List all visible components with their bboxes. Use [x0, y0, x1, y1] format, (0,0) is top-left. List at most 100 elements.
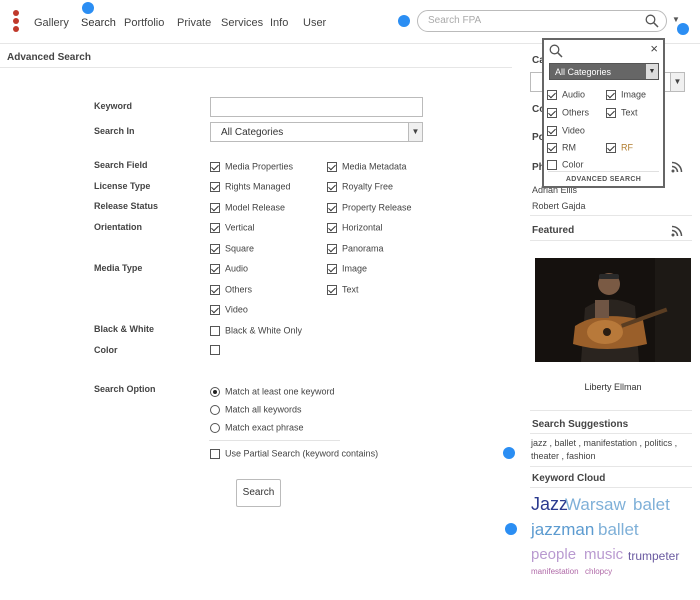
- cloud-word[interactable]: jazzman: [531, 520, 594, 540]
- rss-icon[interactable]: [671, 160, 683, 173]
- checkbox-model-release[interactable]: Model Release: [210, 202, 285, 213]
- checkbox-icon: [327, 284, 337, 295]
- caret-down-icon[interactable]: ▼: [672, 15, 680, 24]
- sidebar-person[interactable]: Robert Gajda: [532, 201, 586, 211]
- nav-private[interactable]: Private: [177, 17, 211, 29]
- checkbox-icon: [210, 284, 220, 295]
- cloud-word[interactable]: Warsaw: [565, 495, 626, 515]
- popup-checkbox-rm[interactable]: RM: [547, 142, 576, 153]
- search-icon[interactable]: [549, 44, 563, 63]
- checkbox-icon: [547, 89, 557, 100]
- cloud-word[interactable]: manifestation: [531, 567, 579, 576]
- search-suggestions-list[interactable]: jazz , ballet , manifestation , politics…: [531, 437, 691, 463]
- popup-checkbox-audio[interactable]: Audio: [547, 89, 585, 100]
- checkbox-icon: [327, 202, 337, 213]
- release-status-label: Release Status: [94, 201, 159, 211]
- search-icon[interactable]: [645, 14, 659, 33]
- search-in-select[interactable]: All Categories ▼: [210, 122, 423, 142]
- checkbox-media-properties[interactable]: Media Properties: [210, 161, 293, 172]
- checkbox-icon: [327, 222, 337, 233]
- search-suggestions-heading: Search Suggestions: [532, 419, 629, 430]
- divider: [530, 433, 692, 434]
- checkbox-video[interactable]: Video: [210, 304, 248, 315]
- divider: [548, 171, 659, 172]
- popup-checkbox-color[interactable]: Color: [547, 159, 584, 170]
- search-button[interactable]: Search: [236, 479, 281, 507]
- popup-checkbox-video[interactable]: Video: [547, 125, 585, 136]
- featured-heading: Featured: [532, 225, 575, 236]
- popup-category-select[interactable]: All Categories ▼: [549, 63, 659, 80]
- rss-icon[interactable]: [671, 224, 683, 237]
- checkbox-audio[interactable]: Audio: [210, 263, 248, 274]
- nav-user[interactable]: User: [303, 17, 326, 29]
- checkbox-icon: [606, 107, 616, 118]
- checkbox-icon: [210, 344, 220, 355]
- divider: [530, 410, 692, 411]
- close-icon[interactable]: ×: [650, 41, 658, 56]
- checkbox-icon: [210, 202, 220, 213]
- checkbox-horizontal[interactable]: Horizontal: [327, 222, 383, 233]
- search-option-label: Search Option: [94, 384, 156, 394]
- radio-icon: [210, 386, 220, 397]
- checkbox-icon: [210, 161, 220, 172]
- license-type-label: License Type: [94, 181, 151, 191]
- cloud-word[interactable]: music: [584, 546, 623, 563]
- checkbox-black-white-only[interactable]: Black & White Only: [210, 325, 302, 336]
- checkbox-vertical[interactable]: Vertical: [210, 222, 255, 233]
- keyword-label: Keyword: [94, 101, 133, 111]
- cloud-word[interactable]: Jazz: [531, 494, 568, 515]
- checkbox-color[interactable]: [210, 344, 225, 355]
- radio-match-one-keyword[interactable]: Match at least one keyword: [210, 386, 335, 397]
- checkbox-property-release[interactable]: Property Release: [327, 202, 412, 213]
- divider: [0, 67, 512, 68]
- checkbox-icon: [327, 161, 337, 172]
- nav-search[interactable]: Search: [81, 17, 116, 29]
- checkbox-panorama[interactable]: Panorama: [327, 243, 384, 254]
- popup-checkbox-others[interactable]: Others: [547, 107, 589, 118]
- popup-checkbox-image[interactable]: Image: [606, 89, 646, 100]
- keyword-cloud-heading: Keyword Cloud: [532, 473, 606, 484]
- radio-icon: [210, 404, 220, 415]
- global-search-field[interactable]: Search FPA: [417, 10, 667, 32]
- checkbox-icon: [547, 125, 557, 136]
- nav-services[interactable]: Services: [221, 17, 263, 29]
- cloud-word[interactable]: ballet: [598, 520, 639, 540]
- nav-portfolio[interactable]: Portfolio: [124, 17, 164, 29]
- checkbox-others[interactable]: Others: [210, 284, 252, 295]
- radio-match-exact-phrase[interactable]: Match exact phrase: [210, 422, 304, 433]
- checkbox-partial-search[interactable]: Use Partial Search (keyword contains): [210, 448, 378, 459]
- checkbox-icon: [547, 142, 557, 153]
- checkbox-royalty-free[interactable]: Royalty Free: [327, 181, 393, 192]
- checkbox-icon: [210, 263, 220, 274]
- cloud-word[interactable]: trumpeter: [628, 549, 679, 563]
- nav-info[interactable]: Info: [270, 17, 288, 29]
- popup-checkbox-rf[interactable]: RF: [606, 142, 633, 153]
- indicator-dot: [505, 523, 517, 535]
- checkbox-text[interactable]: Text: [327, 284, 359, 295]
- search-in-value: All Categories: [221, 127, 284, 138]
- advanced-search-link[interactable]: ADVANCED SEARCH: [544, 176, 663, 183]
- checkbox-image[interactable]: Image: [327, 263, 367, 274]
- orientation-label: Orientation: [94, 222, 143, 232]
- search-in-label: Search In: [94, 126, 135, 136]
- checkbox-icon: [547, 159, 557, 170]
- search-options-popup: × All Categories ▼ Audio Image Others Te…: [542, 38, 665, 188]
- checkbox-square[interactable]: Square: [210, 243, 254, 254]
- popup-checkbox-text[interactable]: Text: [606, 107, 638, 118]
- cloud-word[interactable]: chlopcy: [585, 567, 612, 576]
- keyword-input[interactable]: [210, 97, 423, 117]
- checkbox-rights-managed[interactable]: Rights Managed: [210, 181, 291, 192]
- checkbox-icon: [210, 222, 220, 233]
- kebab-menu-icon[interactable]: [12, 10, 20, 34]
- nav-gallery[interactable]: Gallery: [34, 17, 69, 29]
- checkbox-media-metadata[interactable]: Media Metadata: [327, 161, 407, 172]
- radio-match-all-keywords[interactable]: Match all keywords: [210, 404, 302, 415]
- checkbox-icon: [210, 325, 220, 336]
- divider: [209, 440, 340, 441]
- cloud-word[interactable]: people: [531, 546, 576, 563]
- featured-image[interactable]: [535, 258, 691, 362]
- divider: [530, 466, 692, 467]
- indicator-dot-right: [677, 23, 689, 35]
- cloud-word[interactable]: balet: [633, 495, 670, 515]
- indicator-dot: [398, 15, 410, 27]
